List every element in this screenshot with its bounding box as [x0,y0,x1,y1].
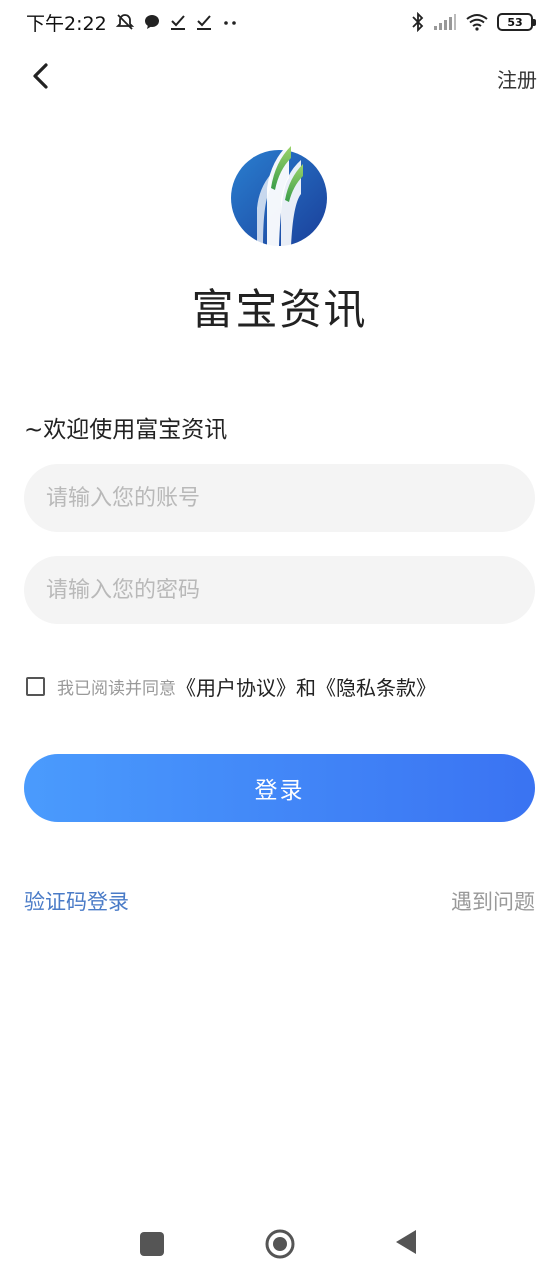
home-icon[interactable] [264,1228,296,1260]
system-nav-bar [0,1214,559,1274]
more-dots-icon [221,13,239,31]
agreement-checkbox[interactable] [26,677,45,696]
signal-icon [433,13,457,31]
chat-icon [143,13,161,31]
user-agreement-link[interactable]: 《用户协议》 [176,672,296,701]
register-link[interactable]: 注册 [497,64,537,93]
status-time: 下午2:22 [26,12,107,35]
back-button[interactable] [24,60,56,92]
battery-icon: 53 [497,13,536,31]
agreement-prefix: 我已阅读并同意 [57,679,176,699]
welcome-text: ~欢迎使用富宝资讯 [24,417,228,443]
status-bar: 下午2:22 53 [0,0,559,44]
recent-apps-icon[interactable] [140,1232,164,1256]
bluetooth-icon [411,12,425,32]
check-icon [195,13,213,31]
privacy-policy-link[interactable]: 《隐私条款》 [316,672,436,701]
password-input[interactable] [24,556,535,624]
agreement-and: 和 [296,676,316,700]
chevron-left-icon [33,63,48,89]
agreement-row: 我已阅读并同意 《用户协议》 和 《隐私条款》 [26,672,436,701]
check-icon [169,13,187,31]
account-input[interactable] [24,464,535,532]
status-right: 53 [411,12,536,32]
login-button[interactable]: 登录 [24,754,535,822]
login-screen: 下午2:22 53 注册 富宝资讯 ~欢迎使用富宝资讯 请输入您的账号 我已阅读… [0,0,559,1280]
wifi-icon [465,13,489,31]
battery-level: 53 [507,15,523,29]
system-back-icon[interactable] [394,1228,418,1256]
status-left: 下午2:22 [26,9,239,36]
app-title: 富宝资讯 [191,285,368,334]
mute-icon [115,12,135,32]
app-logo [229,138,329,248]
problem-link[interactable]: 遇到问题 [451,886,535,916]
code-login-link[interactable]: 验证码登录 [24,886,129,916]
